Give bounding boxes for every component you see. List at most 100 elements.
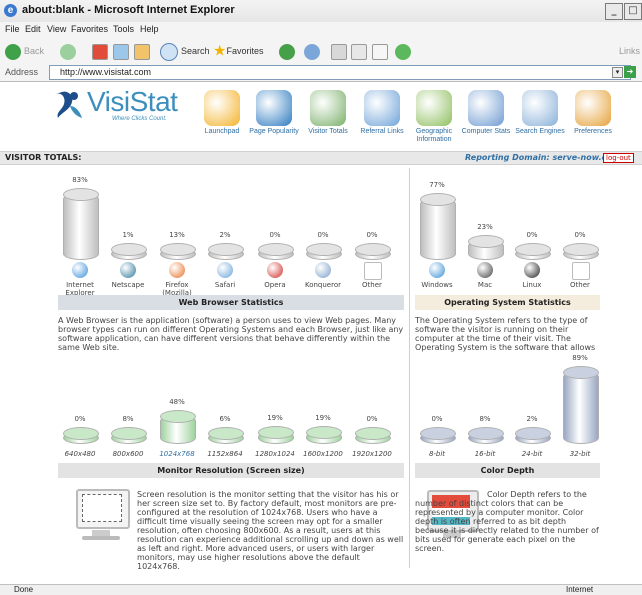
depth-label-1: 16-bit <box>474 450 496 458</box>
menu-view[interactable]: View <box>47 24 66 34</box>
resolution-pct-1: 8% <box>122 415 134 423</box>
browser-label-4: Opera <box>264 281 286 289</box>
depth-bar-cap-1 <box>468 427 504 440</box>
magnifier-icon <box>522 90 558 126</box>
resolution-pct-2: 48% <box>169 398 185 406</box>
os-bar-cap-1 <box>468 235 504 248</box>
menu-edit[interactable]: Edit <box>25 24 41 34</box>
browser-netscape-icon <box>120 262 136 278</box>
depth-label-3: 32-bit <box>569 450 591 458</box>
column-divider <box>409 168 410 568</box>
browser-label-5: Konqueror <box>304 281 342 289</box>
maximize-button[interactable]: □ <box>624 3 642 20</box>
edit-button[interactable] <box>372 42 388 60</box>
signpost-icon <box>364 90 400 126</box>
logout-button[interactable]: log-out <box>603 153 634 163</box>
browser-pct-3: 2% <box>219 231 231 239</box>
stop-icon <box>92 43 108 60</box>
browser-label-3: Safari <box>214 281 236 289</box>
os-bar-cap-3 <box>563 243 599 256</box>
links-label[interactable]: Links <box>619 42 640 60</box>
address-input[interactable]: http://www.visistat.com <box>49 65 631 80</box>
browser-pct-5: 0% <box>317 231 329 239</box>
os-bar-cap-0 <box>420 193 456 206</box>
resolution-bar-cap-2 <box>160 410 196 423</box>
nav-visitor-totals[interactable]: Visitor Totals <box>300 84 356 136</box>
rocket-icon <box>204 90 240 126</box>
go-icon[interactable]: ➔ <box>624 66 636 78</box>
visitor-totals-heading: VISITOR TOTALS: <box>5 153 82 162</box>
status-bar: Done Internet <box>0 584 642 595</box>
media-icon <box>279 43 295 60</box>
toolbar: Back Search ★Favorites Links <box>0 38 642 65</box>
resolution-description: Screen resolution is the monitor setting… <box>137 490 404 571</box>
back-label: Back <box>24 46 45 56</box>
os-pct-2: 0% <box>526 231 538 239</box>
history-icon <box>304 43 320 60</box>
search-button[interactable]: Search <box>160 42 210 61</box>
browser-bar-0 <box>63 193 99 260</box>
os-stats-description: The Operating System refers to the type … <box>415 316 596 352</box>
browser-konqueror-icon <box>315 262 331 278</box>
nav-geographic-information[interactable]: Geographic Information <box>406 84 462 144</box>
resolution-label-3: 1152x864 <box>207 450 243 458</box>
os-stats-title: Operating System Statistics <box>415 295 600 310</box>
os-label-1: Mac <box>477 281 493 289</box>
media-button[interactable] <box>279 42 298 60</box>
resolution-pct-0: 0% <box>74 415 86 423</box>
menu-help[interactable]: Help <box>140 24 159 34</box>
nav-launchpad[interactable]: Launchpad <box>194 84 250 136</box>
favorites-button[interactable]: ★Favorites <box>213 42 263 60</box>
messenger-button[interactable] <box>395 42 414 60</box>
resolution-title: Monitor Resolution (Screen size) <box>58 463 404 478</box>
nav-label: Referral Links <box>360 128 404 135</box>
menu-favorites[interactable]: Favorites <box>71 24 108 34</box>
forward-button[interactable] <box>60 42 79 60</box>
browser-bar-cap-5 <box>306 243 342 256</box>
home-icon <box>134 43 150 60</box>
nav-search-engines[interactable]: Search Engines <box>512 84 568 136</box>
depth-label-0: 8-bit <box>428 450 446 458</box>
history-button[interactable] <box>304 42 323 60</box>
address-dropdown-icon[interactable]: ▾ <box>612 67 623 78</box>
book-icon <box>256 90 292 126</box>
browser-internet-icon <box>72 262 88 278</box>
stop-button[interactable] <box>92 42 108 60</box>
site-header: VisiStat Where Clicks Count. Launchpad Pa… <box>0 84 642 152</box>
back-button[interactable]: Back <box>5 42 44 60</box>
address-bar: Address http://www.visistat.com ▾ ➔ <box>0 64 642 82</box>
depth-label-2: 24-bit <box>521 450 543 458</box>
window-title: about:blank - Microsoft Internet Explore… <box>22 4 235 16</box>
back-arrow-icon <box>5 43 21 60</box>
refresh-icon <box>113 43 129 60</box>
os-windows-icon <box>429 262 445 278</box>
nav-label: Preferences <box>574 128 612 135</box>
nav-page-popularity[interactable]: Page Popularity <box>246 84 302 136</box>
menu-tools[interactable]: Tools <box>113 24 134 34</box>
depth-pct-1: 8% <box>479 415 491 423</box>
favorites-label: Favorites <box>226 46 264 56</box>
browser-pct-6: 0% <box>366 231 378 239</box>
minimize-button[interactable]: _ <box>605 3 623 20</box>
print-button[interactable] <box>351 42 367 60</box>
reporting-domain-label: Reporting Domain: <box>465 153 550 162</box>
nav-label: Visitor Totals <box>308 128 348 135</box>
home-button[interactable] <box>134 42 150 60</box>
nav-label: Geographic Information <box>415 128 453 143</box>
browser-pct-1: 1% <box>122 231 134 239</box>
os-pct-0: 77% <box>429 181 445 189</box>
nav-label: Search Engines <box>515 128 565 135</box>
nav-computer-stats[interactable]: Computer Stats <box>458 84 514 136</box>
refresh-button[interactable] <box>113 42 129 60</box>
print-icon <box>351 43 367 60</box>
mail-icon <box>331 43 347 60</box>
nav-preferences[interactable]: Preferences <box>565 84 621 136</box>
browser-bar-cap-0 <box>63 188 99 201</box>
mail-button[interactable] <box>331 42 347 60</box>
os-label-3: Other <box>570 281 590 289</box>
nav-referral-links[interactable]: Referral Links <box>354 84 410 136</box>
menu-file[interactable]: File <box>5 24 20 34</box>
depth-pct-2: 2% <box>526 415 538 423</box>
gears-icon <box>575 90 611 126</box>
depth-pct-3: 89% <box>572 354 588 362</box>
